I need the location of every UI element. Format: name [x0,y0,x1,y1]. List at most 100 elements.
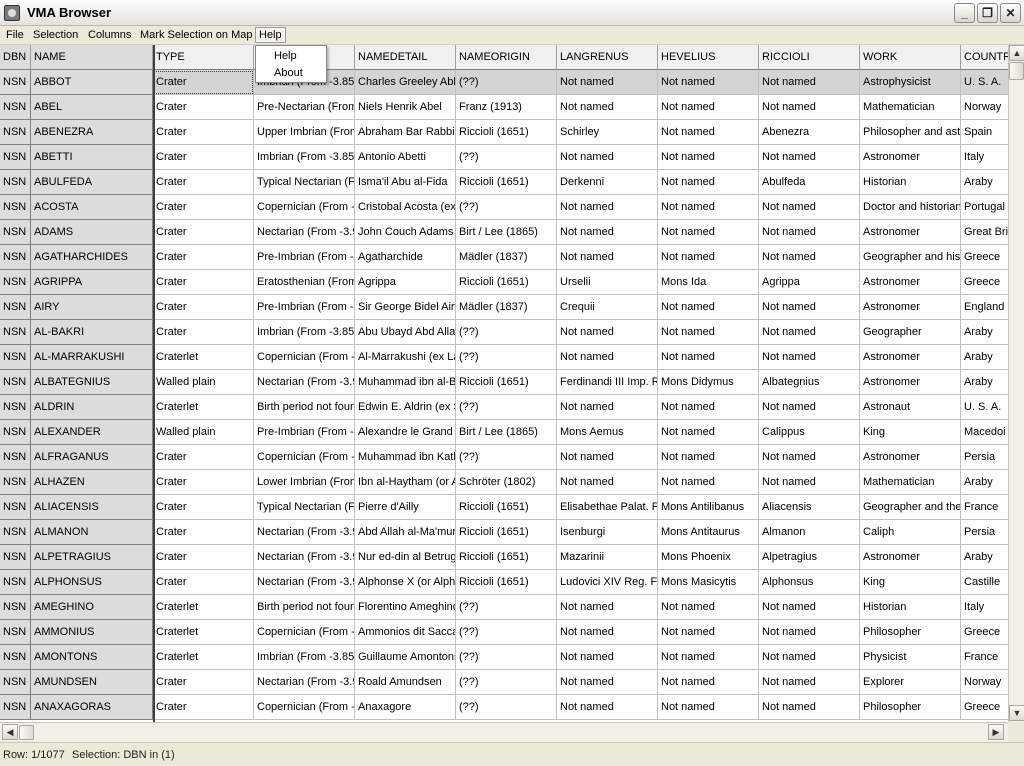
table-cell-country[interactable]: Great Bri [961,220,1008,245]
table-cell-riccioli[interactable]: Not named [759,195,860,220]
table-cell-langrenus[interactable]: Elisabethae Palat. Fil [557,495,658,520]
table-cell-dbn[interactable]: NSN [0,245,31,270]
table-cell-work[interactable]: Geographer and theo [860,495,961,520]
table-cell-hevelius[interactable]: Not named [658,395,759,420]
menu-help[interactable]: Help [255,27,286,43]
table-cell-langrenus[interactable]: Not named [557,320,658,345]
table-cell-riccioli[interactable]: Alphonsus [759,570,860,595]
table-cell-type[interactable]: Craterlet [153,395,254,420]
table-cell-country[interactable]: Araby [961,545,1008,570]
table-cell-period[interactable]: Birth period not found [254,595,355,620]
table-cell-dbn[interactable]: NSN [0,145,31,170]
table-cell-langrenus[interactable]: Not named [557,95,658,120]
table-cell-period[interactable]: Nectarian (From -3.92 [254,670,355,695]
table-cell-type[interactable]: Crater [153,170,254,195]
table-cell-hevelius[interactable]: Not named [658,245,759,270]
table-cell-name[interactable]: ABENEZRA [31,120,153,145]
table-cell-type[interactable]: Crater [153,270,254,295]
column-header-nameorigin[interactable]: NAMEORIGIN [456,45,557,70]
table-cell-langrenus[interactable]: Not named [557,595,658,620]
table-cell-langrenus[interactable]: Ludovici XIV Reg. Fr [557,570,658,595]
table-cell-dbn[interactable]: NSN [0,295,31,320]
table-cell-name[interactable]: AGATHARCHIDES [31,245,153,270]
table-cell-langrenus[interactable]: Not named [557,220,658,245]
table-cell-langrenus[interactable]: Not named [557,70,658,95]
table-cell-nameorigin[interactable]: (??) [456,320,557,345]
table-cell-name[interactable]: ABETTI [31,145,153,170]
table-cell-langrenus[interactable]: Ferdinandi III Imp. Ro [557,370,658,395]
table-cell-langrenus[interactable]: Not named [557,620,658,645]
vertical-scrollbar[interactable]: ▲ ▼ [1008,45,1024,722]
table-cell-hevelius[interactable]: Not named [658,345,759,370]
table-cell-hevelius[interactable]: Not named [658,695,759,720]
table-cell-type[interactable]: Crater [153,245,254,270]
table-cell-period[interactable]: Lower Imbrian (From [254,470,355,495]
table-cell-nameorigin[interactable]: (??) [456,620,557,645]
table-cell-langrenus[interactable]: Not named [557,695,658,720]
table-cell-langrenus[interactable]: Not named [557,195,658,220]
table-row[interactable]: NSN ALMANON Crater Nectarian (From -3.92 Abd… [0,520,1008,545]
table-cell-country[interactable]: Portugal [961,195,1008,220]
table-cell-country[interactable]: France [961,495,1008,520]
table-cell-work[interactable]: Astronomer [860,370,961,395]
table-cell-nameorigin[interactable]: (??) [456,345,557,370]
table-cell-riccioli[interactable]: Albategnius [759,370,860,395]
table-cell-nameorigin[interactable]: Riccioli (1651) [456,120,557,145]
table-cell-name[interactable]: ADAMS [31,220,153,245]
table-cell-nameorigin[interactable]: Birt / Lee (1865) [456,420,557,445]
table-cell-name[interactable]: AL-MARRAKUSHI [31,345,153,370]
menu-file[interactable]: File [3,28,27,44]
table-cell-type[interactable]: Crater [153,495,254,520]
table-cell-period[interactable]: Eratosthenian (From [254,270,355,295]
table-cell-type[interactable]: Crater [153,545,254,570]
table-cell-country[interactable]: Castille [961,570,1008,595]
table-cell-country[interactable]: England [961,295,1008,320]
table-cell-namedetail[interactable]: Florentino Ameghino [355,595,456,620]
column-header-work[interactable]: WORK [860,45,961,70]
table-cell-name[interactable]: ALPHONSUS [31,570,153,595]
table-cell-work[interactable]: Doctor and historian [860,195,961,220]
table-cell-dbn[interactable]: NSN [0,395,31,420]
table-cell-work[interactable]: Geographer and hist [860,245,961,270]
table-cell-name[interactable]: AIRY [31,295,153,320]
table-cell-name[interactable]: AL-BAKRI [31,320,153,345]
table-cell-nameorigin[interactable]: Riccioli (1651) [456,270,557,295]
table-cell-namedetail[interactable]: John Couch Adams [355,220,456,245]
table-cell-langrenus[interactable]: Not named [557,445,658,470]
table-cell-namedetail[interactable]: Al-Marrakushi (ex La [355,345,456,370]
table-cell-riccioli[interactable]: Not named [759,395,860,420]
table-cell-country[interactable]: U. S. A. [961,395,1008,420]
table-cell-hevelius[interactable]: Not named [658,620,759,645]
table-cell-dbn[interactable]: NSN [0,495,31,520]
table-cell-country[interactable]: Spain [961,120,1008,145]
table-cell-dbn[interactable]: NSN [0,120,31,145]
table-cell-langrenus[interactable]: Urselii [557,270,658,295]
scroll-down-icon[interactable]: ▼ [1009,705,1024,721]
table-cell-work[interactable]: Mathematician [860,470,961,495]
table-cell-namedetail[interactable]: Anaxagore [355,695,456,720]
minimize-button[interactable]: _ [954,3,975,23]
table-cell-name[interactable]: ABULFEDA [31,170,153,195]
table-cell-riccioli[interactable]: Alpetragius [759,545,860,570]
table-cell-country[interactable]: Greece [961,695,1008,720]
table-cell-dbn[interactable]: NSN [0,95,31,120]
table-cell-riccioli[interactable]: Not named [759,345,860,370]
table-cell-work[interactable]: King [860,570,961,595]
table-cell-name[interactable]: AMUNDSEN [31,670,153,695]
table-cell-dbn[interactable]: NSN [0,695,31,720]
table-cell-dbn[interactable]: NSN [0,370,31,395]
table-cell-period[interactable]: Copernician (From -1 [254,195,355,220]
table-cell-country[interactable]: Araby [961,320,1008,345]
table-cell-nameorigin[interactable]: Riccioli (1651) [456,520,557,545]
table-cell-type[interactable]: Walled plain [153,420,254,445]
table-cell-type[interactable]: Crater [153,70,254,95]
table-cell-namedetail[interactable]: Muhammad ibn Kath [355,445,456,470]
table-cell-riccioli[interactable]: Not named [759,670,860,695]
horizontal-scrollbar[interactable]: ◀ ▶ [0,722,1008,742]
table-cell-period[interactable]: Nectarian (From -3.92 [254,370,355,395]
table-cell-riccioli[interactable]: Abulfeda [759,170,860,195]
table-cell-country[interactable]: Norway [961,95,1008,120]
table-cell-dbn[interactable]: NSN [0,70,31,95]
table-cell-country[interactable]: U. S. A. [961,70,1008,95]
table-cell-hevelius[interactable]: Not named [658,470,759,495]
